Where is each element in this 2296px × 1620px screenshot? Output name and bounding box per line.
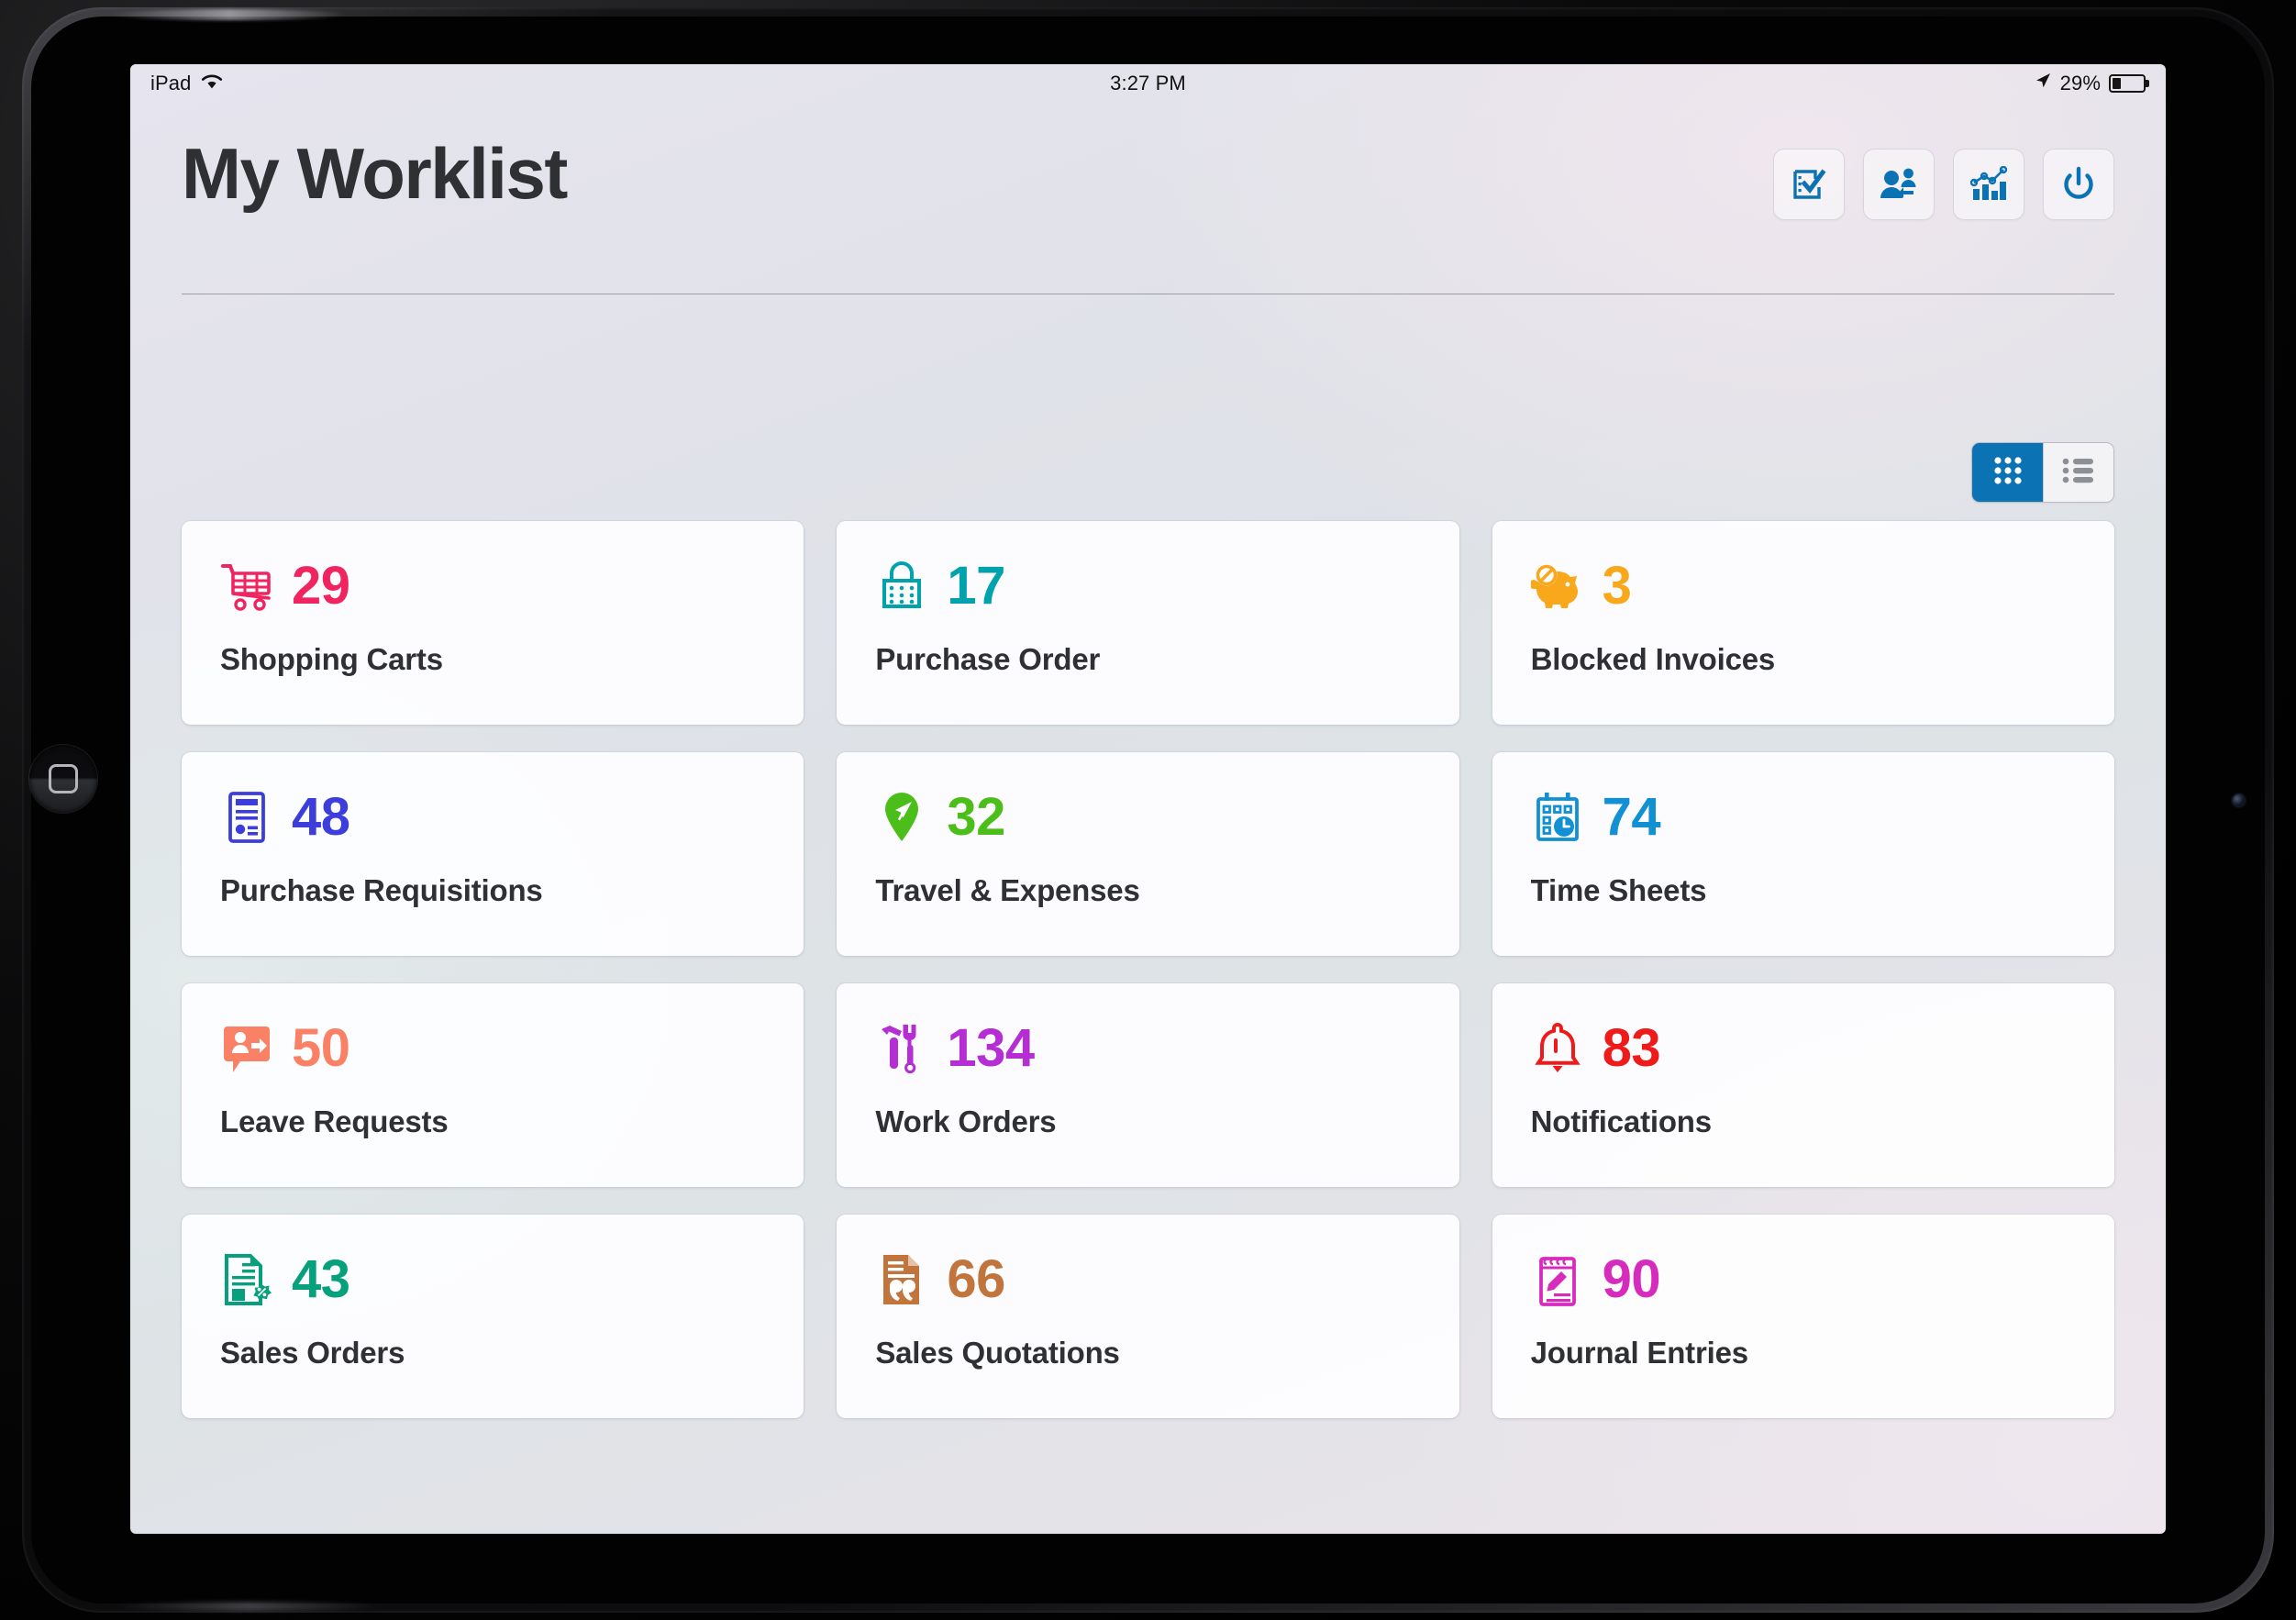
leave-request-icon: [220, 1022, 273, 1075]
substitute-button[interactable]: [1863, 149, 1935, 220]
worklist-card-sales-orders[interactable]: 43 Sales Orders: [182, 1215, 804, 1418]
card-label: Notifications: [1530, 1104, 1712, 1138]
ipad-device: iPad 3:27 PM 29% My Worklist 29 Shopping…: [0, 0, 2296, 1620]
form-document-icon: [220, 791, 273, 844]
card-count: 3: [1602, 556, 1632, 616]
card-label: Sales Orders: [220, 1336, 405, 1370]
worklist-card-purchase-requisitions[interactable]: 48 Purchase Requisitions: [182, 752, 804, 956]
card-count: 66: [947, 1249, 1005, 1309]
front-camera: [2233, 794, 2245, 806]
logout-button[interactable]: [2043, 149, 2114, 220]
worklist-card-notifications[interactable]: 83 Notifications: [1492, 983, 2114, 1187]
status-bar-right: 29%: [2034, 72, 2146, 95]
analytics-button[interactable]: [1953, 149, 2024, 220]
card-label: Purchase Requisitions: [220, 873, 543, 907]
card-label: Journal Entries: [1530, 1336, 1748, 1370]
notepad-pencil-icon: [1531, 1253, 1584, 1306]
card-label: Purchase Order: [875, 642, 1101, 676]
sales-order-icon: [220, 1253, 273, 1306]
card-label: Work Orders: [875, 1104, 1057, 1138]
tasks-button[interactable]: [1773, 149, 1845, 220]
shopping-cart-icon: [220, 560, 273, 613]
location-arrow-icon: [2034, 72, 2052, 95]
card-label: Blocked Invoices: [1530, 642, 1776, 676]
card-count: 29: [292, 556, 350, 616]
card-count: 90: [1602, 1249, 1661, 1309]
card-count: 50: [292, 1018, 350, 1078]
calendar-clock-icon: [1531, 791, 1584, 844]
card-count: 74: [1602, 787, 1661, 847]
worklist-card-work-orders[interactable]: 134 Work Orders: [837, 983, 1459, 1187]
card-label: Sales Quotations: [875, 1336, 1120, 1370]
power-icon: [2059, 165, 2098, 204]
worklist-card-purchase-order[interactable]: 17 Purchase Order: [837, 521, 1459, 725]
bezel-highlight-top: [110, 9, 349, 20]
card-count: 134: [947, 1018, 1035, 1078]
tools-icon: [875, 1022, 928, 1075]
page-header: My Worklist: [130, 103, 2166, 220]
card-label: Time Sheets: [1530, 873, 1707, 907]
user-substitute-icon: [1879, 166, 1919, 203]
worklist-card-grid: 29 Shopping Carts 17 Purchase Order 3 Bl…: [182, 521, 2114, 1418]
battery-percent-label: 29%: [2059, 72, 2101, 94]
flight-pin-icon: [875, 791, 928, 844]
battery-icon: [2109, 74, 2146, 93]
card-label: Shopping Carts: [220, 642, 443, 676]
worklist-card-leave-requests[interactable]: 50 Leave Requests: [182, 983, 804, 1187]
card-count: 17: [947, 556, 1005, 616]
blocked-piggy-icon: [1530, 560, 1584, 613]
card-count: 83: [1602, 1018, 1661, 1078]
shopping-bag-icon: [875, 560, 928, 613]
bell-icon: [1531, 1022, 1584, 1075]
card-count: 32: [947, 787, 1005, 847]
grid-icon: [1992, 455, 2024, 491]
home-button[interactable]: [29, 745, 97, 813]
page-title: My Worklist: [182, 133, 568, 214]
bezel-highlight-bottom: [110, 1602, 385, 1611]
card-label: Leave Requests: [220, 1104, 449, 1138]
ipad-screen: iPad 3:27 PM 29% My Worklist 29 Shopping…: [130, 64, 2166, 1534]
checklist-icon: [1790, 165, 1828, 204]
card-count: 43: [292, 1249, 350, 1309]
status-bar-time: 3:27 PM: [1110, 72, 1186, 94]
worklist-card-blocked-invoices[interactable]: 3 Blocked Invoices: [1492, 521, 2114, 725]
worklist-card-shopping-carts[interactable]: 29 Shopping Carts: [182, 521, 804, 725]
worklist-card-journal-entries[interactable]: 90 Journal Entries: [1492, 1215, 2114, 1418]
status-bar: iPad 3:27 PM 29%: [130, 64, 2166, 103]
card-label: Travel & Expenses: [875, 873, 1140, 907]
bar-chart-line-icon: [1969, 166, 2008, 203]
card-count: 48: [292, 787, 350, 847]
worklist-card-sales-quotations[interactable]: 66 Sales Quotations: [837, 1215, 1459, 1418]
worklist-card-time-sheets[interactable]: 74 Time Sheets: [1492, 752, 2114, 956]
worklist-card-travel-expenses[interactable]: 32 Travel & Expenses: [837, 752, 1459, 956]
quotation-doc-icon: [875, 1253, 928, 1306]
list-icon: [2062, 457, 2095, 489]
list-view-button[interactable]: [2043, 443, 2113, 502]
view-toggle: [1971, 442, 2114, 503]
grid-view-button[interactable]: [1972, 443, 2043, 502]
header-actions: [1773, 149, 2114, 220]
